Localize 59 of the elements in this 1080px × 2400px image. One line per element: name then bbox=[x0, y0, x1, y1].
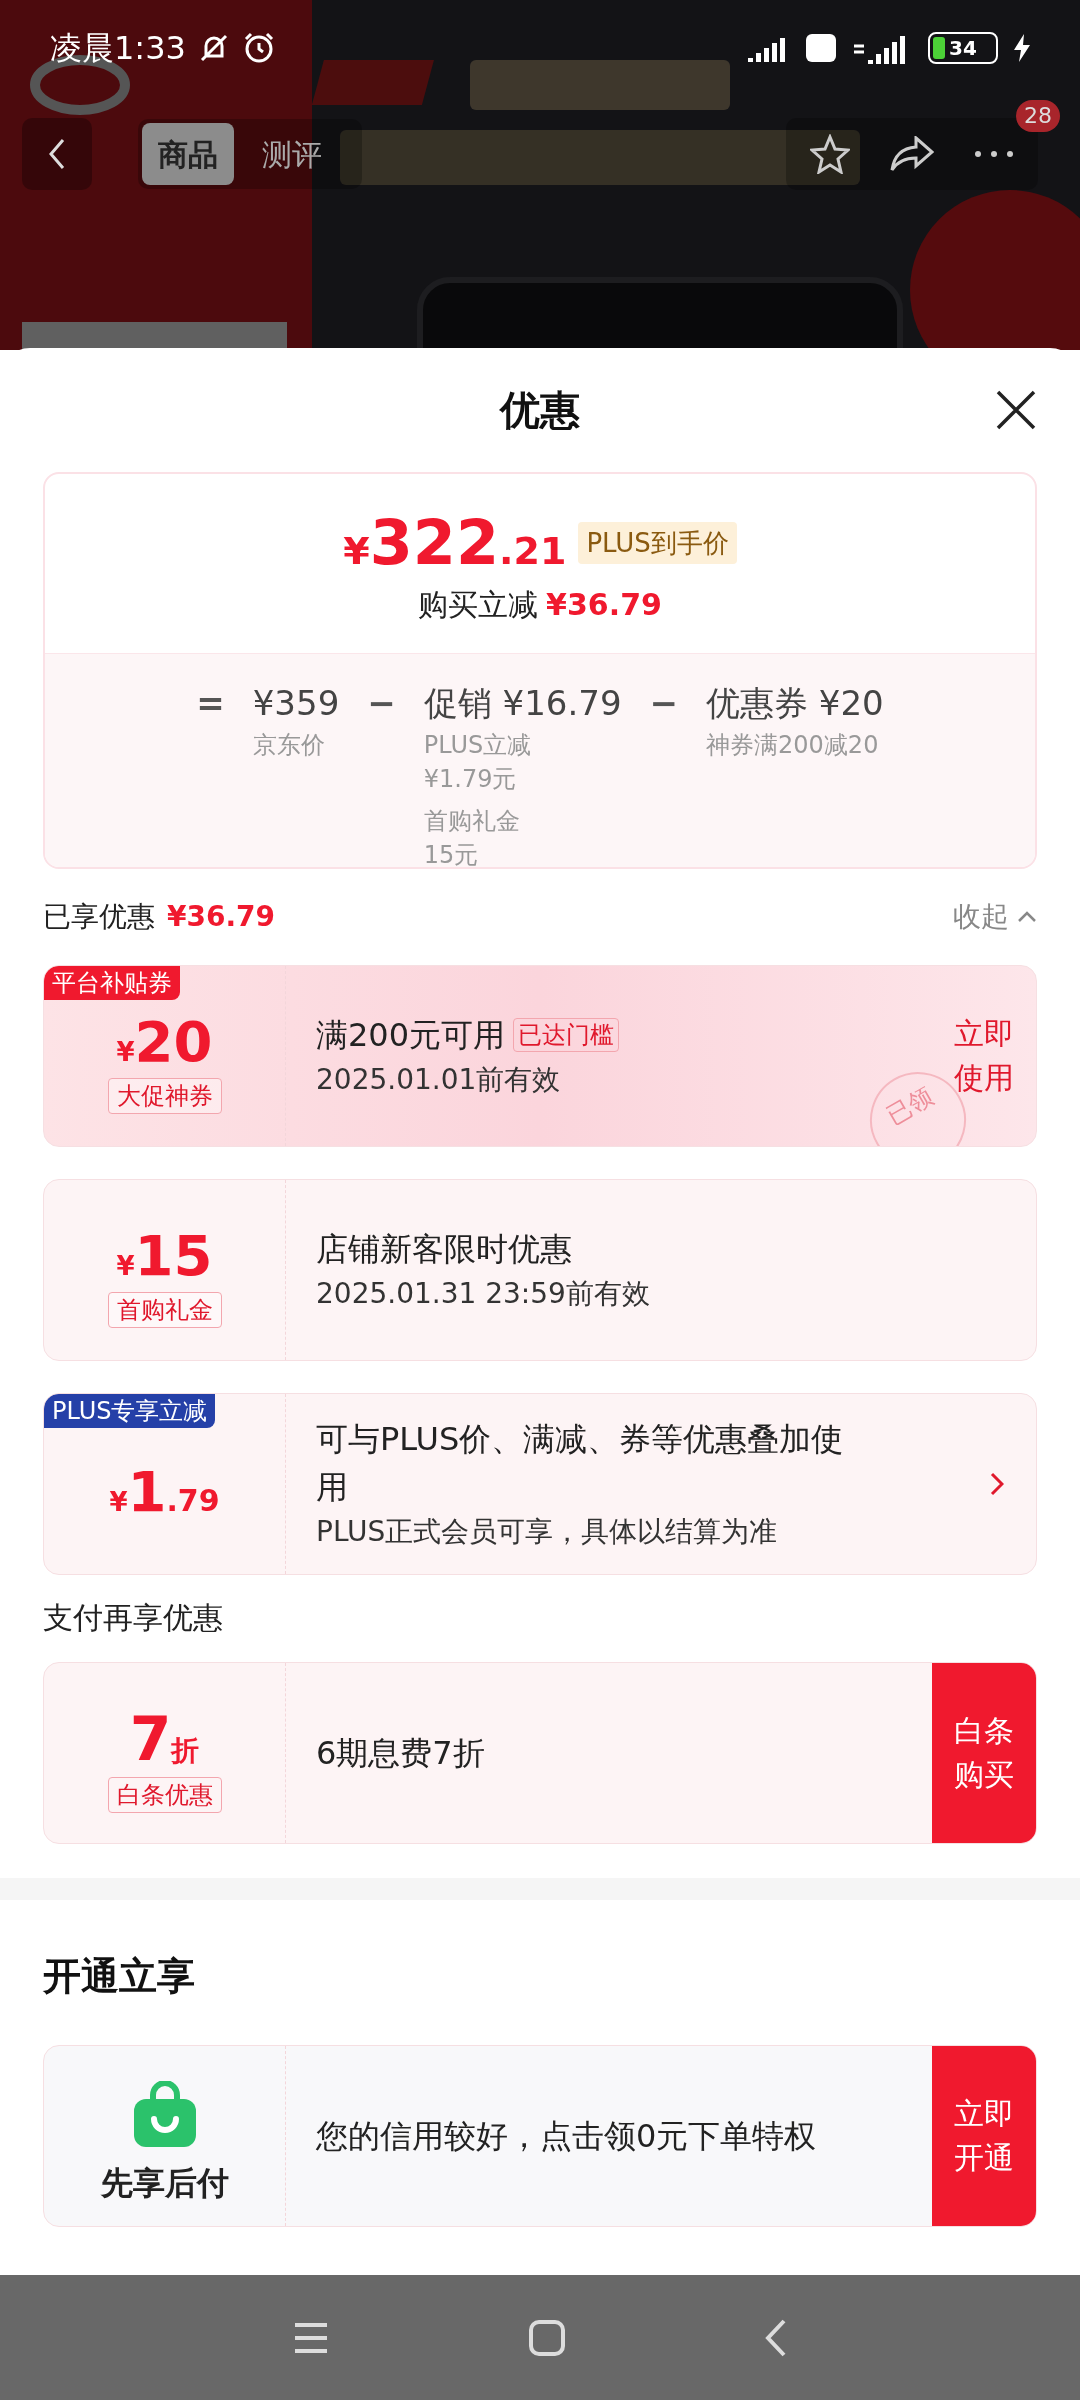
back-button[interactable] bbox=[22, 118, 92, 190]
section-heading: 支付再享优惠 bbox=[43, 1599, 224, 1637]
chevron-up-icon bbox=[1017, 911, 1037, 923]
battery-level: 34 bbox=[949, 36, 977, 60]
coupon-title: 店铺新客限时优惠 bbox=[316, 1229, 572, 1270]
coupon-badge: 首购礼金 bbox=[107, 1292, 222, 1328]
saving-label: 购买立减 bbox=[418, 586, 539, 624]
action-button[interactable]: 白条 购买 bbox=[932, 1663, 1036, 1843]
back-icon[interactable] bbox=[765, 2318, 787, 2357]
menu-icon[interactable] bbox=[293, 2321, 329, 2354]
battery-fill bbox=[933, 37, 945, 59]
charging-icon bbox=[1014, 34, 1030, 62]
coupon-title: 6期息费7折 bbox=[316, 1733, 485, 1774]
coupon-amount: ¥1.79 bbox=[109, 1464, 220, 1520]
operator-sign: − bbox=[367, 682, 396, 725]
collapse-button[interactable]: 收起 bbox=[953, 896, 1037, 938]
breakdown-note: 京东价 bbox=[252, 730, 326, 761]
enjoyed-amount: ¥36.79 bbox=[167, 899, 276, 935]
service-label: 先享后付 bbox=[100, 2163, 229, 2204]
operator-sign: − bbox=[649, 682, 679, 725]
breakdown-note: 首购礼金 15元 bbox=[423, 806, 521, 867]
home-icon[interactable] bbox=[529, 2319, 565, 2356]
saving-amount: ¥36.79 bbox=[546, 586, 662, 624]
back-icon bbox=[48, 138, 66, 170]
coupon-validity: 2025.01.01前有效 bbox=[316, 1062, 562, 1098]
status-time: 凌晨1:33 bbox=[50, 28, 186, 69]
coupon-title: 您的信用较好，点击领0元下单特权 bbox=[316, 2116, 817, 2157]
threshold-tag: 已达门槛 bbox=[513, 1018, 620, 1052]
breakdown-amount: ¥359 bbox=[252, 682, 340, 725]
coupon-badge: 大促神券 bbox=[107, 1078, 222, 1114]
sheet-title: 优惠 bbox=[500, 386, 580, 435]
coupon-tag: PLUS专享立减 bbox=[44, 1394, 216, 1428]
shopping-bag-icon bbox=[133, 2081, 196, 2147]
coupon-validity: 2025.01.31 23:59前有效 bbox=[316, 1276, 651, 1312]
coupon-title: 满200元可用 bbox=[316, 1015, 506, 1056]
close-icon[interactable] bbox=[996, 390, 1036, 430]
breakdown-amount: 促销 ¥16.79 bbox=[423, 682, 622, 725]
coupon-amount: 7折 bbox=[129, 1709, 200, 1769]
coupon-title: 可与PLUS价、满减、券等优惠叠加使用 bbox=[316, 1419, 845, 1508]
tab[interactable]: 商品 bbox=[142, 123, 234, 185]
breakdown-note: PLUS立减 ¥1.79元 bbox=[423, 730, 533, 795]
coupon-amount: ¥20 bbox=[116, 1014, 213, 1070]
more-icon[interactable] bbox=[974, 150, 1014, 158]
operator-sign: = bbox=[196, 682, 225, 725]
price-tag: PLUS到手价 bbox=[578, 522, 737, 564]
coupon-badge: 白条优惠 bbox=[107, 1777, 222, 1813]
chevron-right-icon[interactable] bbox=[990, 1472, 1004, 1496]
coupon-tag: 平台补贴券 bbox=[44, 966, 180, 1000]
enjoyed-label: 已享优惠 bbox=[43, 899, 155, 935]
breakdown-note: 神券满200减20 bbox=[706, 730, 880, 761]
star-icon[interactable] bbox=[810, 134, 850, 174]
breakdown-amount: 优惠券 ¥20 bbox=[706, 682, 884, 725]
coupon-validity: PLUS正式会员可享，具体以结算为准 bbox=[316, 1514, 779, 1550]
tab[interactable]: 测评 bbox=[246, 123, 338, 185]
action-button[interactable]: 立即 开通 bbox=[932, 2046, 1036, 2226]
share-icon[interactable] bbox=[890, 136, 934, 172]
final-price: ¥322.21 bbox=[343, 512, 567, 574]
coupon-amount: ¥15 bbox=[116, 1228, 213, 1284]
section-heading: 开通立享 bbox=[43, 1953, 196, 2000]
